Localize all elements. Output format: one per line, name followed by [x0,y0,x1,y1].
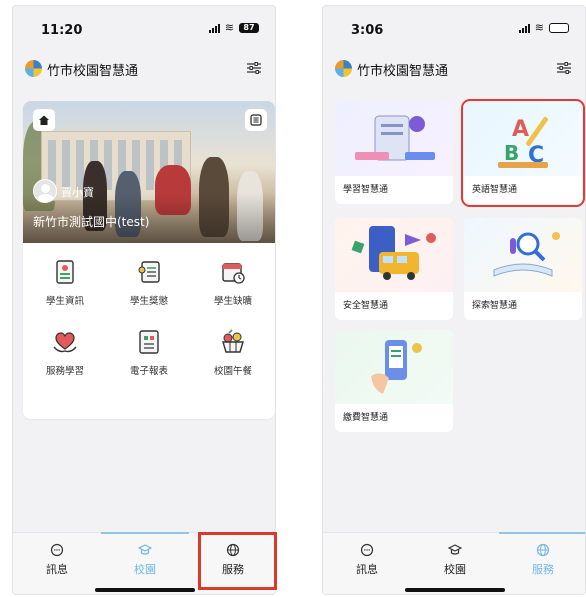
safety-bus-illustration-icon [335,218,453,292]
menu-label: 學生資訊 [45,296,84,307]
signal-icon [518,23,530,33]
message-icon [360,543,374,557]
highlight-annotation-box [198,532,277,590]
explore-book-illustration-icon [464,218,582,292]
battery-icon: 87 [239,23,259,33]
nav-item-campus[interactable]: 校園 [411,533,499,594]
menu-item-service-learning[interactable]: 服務學習 [23,329,107,377]
menu-item-e-report[interactable]: 電子報表 [107,329,191,377]
reward-punish-icon [138,261,160,283]
user-name: 賈小寶 [61,186,94,199]
tile-label: 探索智慧通 [472,301,518,311]
bottom-nav: 訊息 校園 服務 [323,532,585,594]
app-header: 竹市校園智慧通 [323,54,585,84]
home-indicator [95,588,195,592]
tile-label: 學習智慧通 [343,185,389,195]
school-hero-image: 賈小寶 新竹市測試國中(test) [23,101,275,243]
filter-settings-icon[interactable] [557,62,571,74]
svg-text:A: A [512,117,529,142]
list-icon [250,114,262,126]
nav-label: 訊息 [356,563,378,576]
tile-label: 安全智慧通 [343,301,389,311]
battery-icon [549,23,569,33]
menu-item-school-lunch[interactable]: 校園午餐 [191,329,275,377]
home-button[interactable] [33,109,55,131]
tile-payment[interactable]: 繳費智慧通 [335,330,453,432]
status-icons: ≋ [518,21,569,34]
menu-item-student-info[interactable]: 學生資訊 [23,259,107,307]
signal-icon [208,23,220,33]
tile-label: 繳費智慧通 [343,413,389,423]
status-bar: 11:20 ≋ 87 [13,6,275,46]
lunch-basket-icon [222,329,244,353]
list-button[interactable] [245,109,267,131]
tile-learning[interactable]: 學習智慧通 [335,102,453,204]
app-header: 竹市校園智慧通 [13,54,275,84]
english-abc-illustration-icon: A B C [464,102,582,176]
nav-label: 校園 [444,563,466,576]
app-title: 竹市校園智慧通 [357,64,449,79]
tile-label: 英語智慧通 [472,185,518,195]
app-logo-icon [335,60,352,77]
status-bar: 3:06 ≋ [323,6,585,46]
nav-item-campus[interactable]: 校園 [101,532,189,594]
nav-label: 訊息 [46,563,68,576]
phone-screen-right: 3:06 ≋ 竹市校園智慧通 學習智慧通 A B C 英語智慧通 安全智慧通 探… [322,5,586,595]
menu-item-absence[interactable]: 學生缺曠 [191,259,275,307]
nav-item-messages[interactable]: 訊息 [13,533,101,594]
school-name: 新竹市測試國中(test) [33,215,150,229]
tile-explore[interactable]: 探索智慧通 [464,218,582,320]
nav-item-messages[interactable]: 訊息 [323,533,411,594]
nav-label: 服務 [532,563,554,576]
service-menu-grid: 學生資訊 學生獎懲 學生缺曠 服務學習 電子報表 校園午餐 [23,259,275,377]
menu-label: 校園午餐 [213,366,252,377]
campus-icon [448,544,462,555]
home-icon [39,115,49,125]
campus-icon [138,544,152,555]
nav-label: 校園 [134,563,156,576]
app-title: 竹市校園智慧通 [47,64,139,79]
menu-label: 學生獎懲 [129,296,168,307]
phone-screen-left: 11:20 ≋ 87 竹市校園智慧通 賈小寶 新竹市測試國中(test) 學生資… [12,5,276,595]
status-icons: ≋ 87 [208,21,259,34]
app-logo-icon [25,60,42,77]
svg-text:B: B [504,141,519,165]
menu-label: 服務學習 [45,366,84,377]
tile-safety[interactable]: 安全智慧通 [335,218,453,320]
report-icon [139,330,159,354]
payment-phone-illustration-icon [335,330,453,404]
menu-item-reward-punish[interactable]: 學生獎懲 [107,259,191,307]
status-time: 3:06 [351,23,384,38]
globe-icon [536,543,550,557]
filter-settings-icon[interactable] [247,62,261,74]
tile-english[interactable]: A B C 英語智慧通 [461,99,585,207]
student-info-icon [56,260,74,284]
status-time: 11:20 [41,23,83,38]
learning-illustration-icon [335,102,453,176]
message-icon [50,543,64,557]
home-indicator [405,588,505,592]
menu-label: 電子報表 [129,366,168,377]
wifi-icon: ≋ [224,21,234,34]
wifi-icon: ≋ [534,21,544,34]
menu-label: 學生缺曠 [213,296,252,307]
nav-item-services[interactable]: 服務 [499,532,585,594]
absence-calendar-icon [222,263,245,284]
service-heart-icon [53,332,77,353]
avatar[interactable] [33,179,57,203]
campus-card: 賈小寶 新竹市測試國中(test) 學生資訊 學生獎懲 學生缺曠 服務學習 電子… [23,101,275,419]
